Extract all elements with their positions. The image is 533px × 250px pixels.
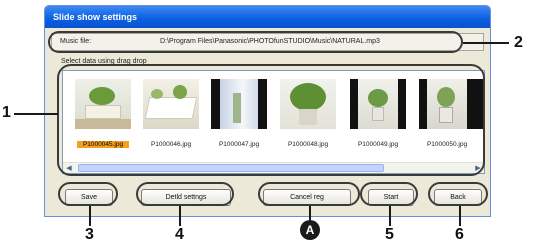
callout-number-4: 4: [175, 226, 184, 243]
callout-number-3: 3: [85, 226, 94, 243]
save-highlight-oval: [58, 182, 118, 206]
back-highlight-oval: [428, 182, 488, 206]
callout-line-1: [14, 113, 58, 115]
callout-line-5: [389, 206, 391, 226]
callout-number-6: 6: [455, 226, 464, 243]
window-title: Slide show settings: [45, 6, 490, 28]
callout-line-6: [459, 206, 461, 226]
callout-line-4: [179, 206, 181, 226]
callout-line-2: [463, 42, 509, 44]
detail-highlight-oval: [136, 182, 234, 206]
callout-number-1: 1: [2, 104, 11, 121]
callout-line-a: [309, 206, 311, 220]
callout-line-3: [89, 206, 91, 226]
cancel-highlight-oval: [258, 182, 360, 206]
callout-number-2: 2: [514, 34, 523, 51]
start-highlight-oval: [360, 182, 418, 206]
music-file-highlight-oval: [48, 31, 463, 53]
callout-letter-a: A: [300, 220, 320, 240]
thumbnail-highlight-oval: [57, 64, 485, 176]
callout-number-5: 5: [385, 226, 394, 243]
